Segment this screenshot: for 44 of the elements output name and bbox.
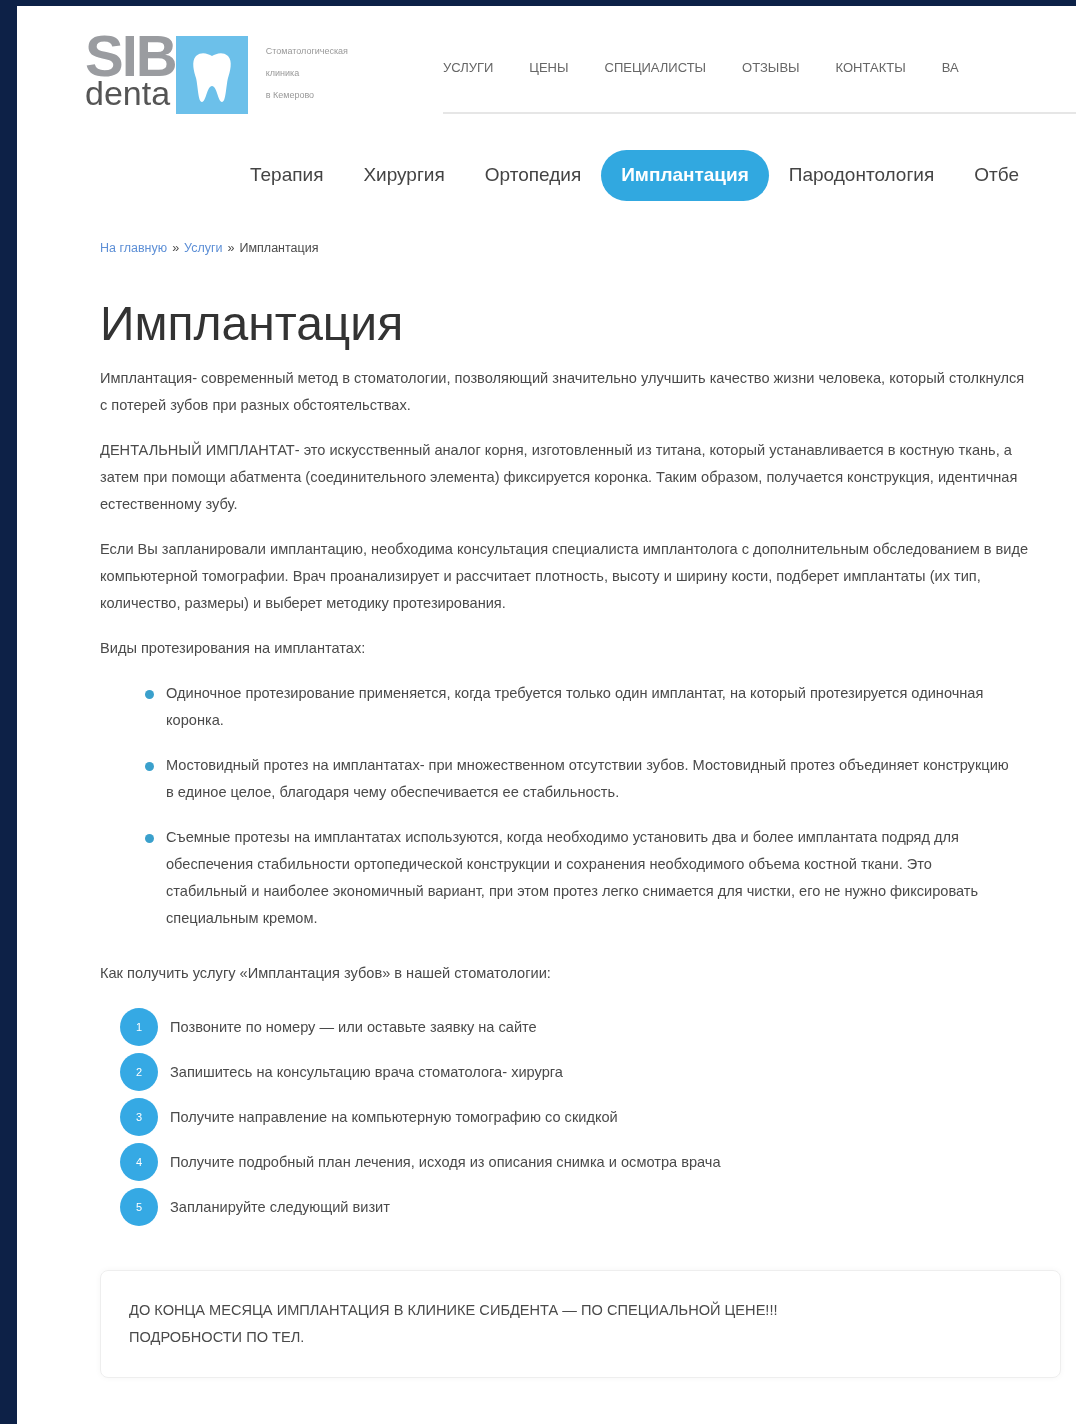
step-text: Получите подробный план лечения, исходя из описания снимка и осмотра врача (170, 1152, 721, 1172)
bullet-icon (145, 761, 154, 771)
nav-link-item[interactable]: ВА (941, 58, 959, 86)
service-tab[interactable]: Терапия (230, 150, 344, 201)
breadcrumb-separator: » (172, 239, 180, 257)
list-item-text: Одиночное протезирование применяется, когда требуется только один имплантат, на который протезируется одиночная коронка. (166, 683, 985, 730)
step-number: 5 (120, 1188, 158, 1227)
tagline-text: клиника (265, 67, 301, 80)
step-number: 2 (120, 1053, 158, 1092)
promo-text: ДО КОНЦА МЕСЯЦА ИМПЛАНТАЦИЯ В КЛИНИКЕ СИБДЕНТА — ПО СПЕЦИАЛЬНОЙ ЦЕНЕ!!! (129, 1300, 779, 1320)
nav-link-item[interactable]: СПЕЦИАЛИСТЫ (604, 58, 707, 86)
steps-intro: Как получить услугу «Имплантация зубов» в нашей стоматологии: (100, 963, 552, 983)
step-number: 1 (120, 1008, 158, 1047)
list-intro: Виды протезирования на имплантатах: (100, 638, 367, 658)
breadcrumb-separator: » (227, 239, 235, 257)
step-text: Позвоните по номеру — или оставьте заявку на сайте (170, 1017, 537, 1037)
breadcrumb-link[interactable]: На главную (100, 238, 168, 258)
tagline-text: в Кемерово (265, 89, 316, 102)
step-text: Запишитесь на консультацию врача стоматолога- хирурга (170, 1062, 563, 1082)
step-text: Запланируйте следующий визит (170, 1197, 390, 1217)
service-tab[interactable]: Отбе (954, 150, 1039, 201)
paragraph: Если Вы запланировали имплантацию, необходима консультация специалиста имплантолога с дополнительным обследованием в виде компьютерной томографии. Врач проанализирует и рассчитает плотность, высоту и ширину кости, подберет имплантаты (их тип, количество, размеры) и выберет методику протезирования. (100, 539, 1030, 613)
step-number: 4 (120, 1143, 158, 1182)
list-item-text: Мостовидный протез на имплантатах- при множественном отсутствии зубов. Мостовидный протез объединяет конструкцию в единое целое, благодаря чему обеспечивается ее стабильность. (166, 755, 1010, 802)
breadcrumb-current: Имплантация (239, 239, 319, 257)
bullet-icon (145, 833, 154, 843)
step-number: 3 (120, 1098, 158, 1137)
breadcrumb-link[interactable]: Услуги (184, 238, 223, 258)
bullet-icon (145, 689, 154, 699)
list-item-text: Съемные протезы на имплантатах используются, когда необходимо установить два и более имплантата подряд для обеспечения стабильности ортопедической конструкции и сохранения необходимого объема костной ткани. Это стабильный и наиболее экономичный вариант, при этом протез легко снимается для чистки, его не нужно фиксировать специальным кремом. (166, 827, 980, 928)
step-text: Получите направление на компьютерную томографию со скидкой (170, 1107, 618, 1127)
logo-text: denta (85, 78, 171, 109)
tagline-text: Стоматологическая (265, 45, 348, 58)
paragraph: Имплантация- современный метод в стоматологии, позволяющий значительно улучшить качество жизни человека, который столкнулся с потерей зубов при разных обстоятельствах. (100, 368, 1026, 415)
promo-text: ПОДРОБНОСТИ ПО ТЕЛ. (129, 1327, 306, 1347)
nav-link-item[interactable]: ОТЗЫВЫ (742, 58, 800, 86)
paragraph: ДЕНТАЛЬНЫЙ ИМПЛАНТАТ- это искусственный аналог корня, изготовленный из титана, который устанавливается в костную ткань, а затем при помощи абатмента (соединительного элемента) фиксируется коронка. Таким образом, получается конструкция, идентичная естественному зубу. (100, 440, 1019, 514)
service-tab[interactable]: Хирургия (343, 150, 465, 201)
service-tab[interactable]: Пародонтология (768, 150, 955, 201)
nav-link-item[interactable]: КОНТАКТЫ (835, 58, 906, 86)
service-tab[interactable]: Ортопедия (464, 150, 602, 201)
page-title: Имплантация (100, 296, 405, 353)
nav-link-item[interactable]: ЦЕНЫ (529, 58, 569, 86)
nav-link-item[interactable]: УСЛУГИ (442, 58, 494, 86)
